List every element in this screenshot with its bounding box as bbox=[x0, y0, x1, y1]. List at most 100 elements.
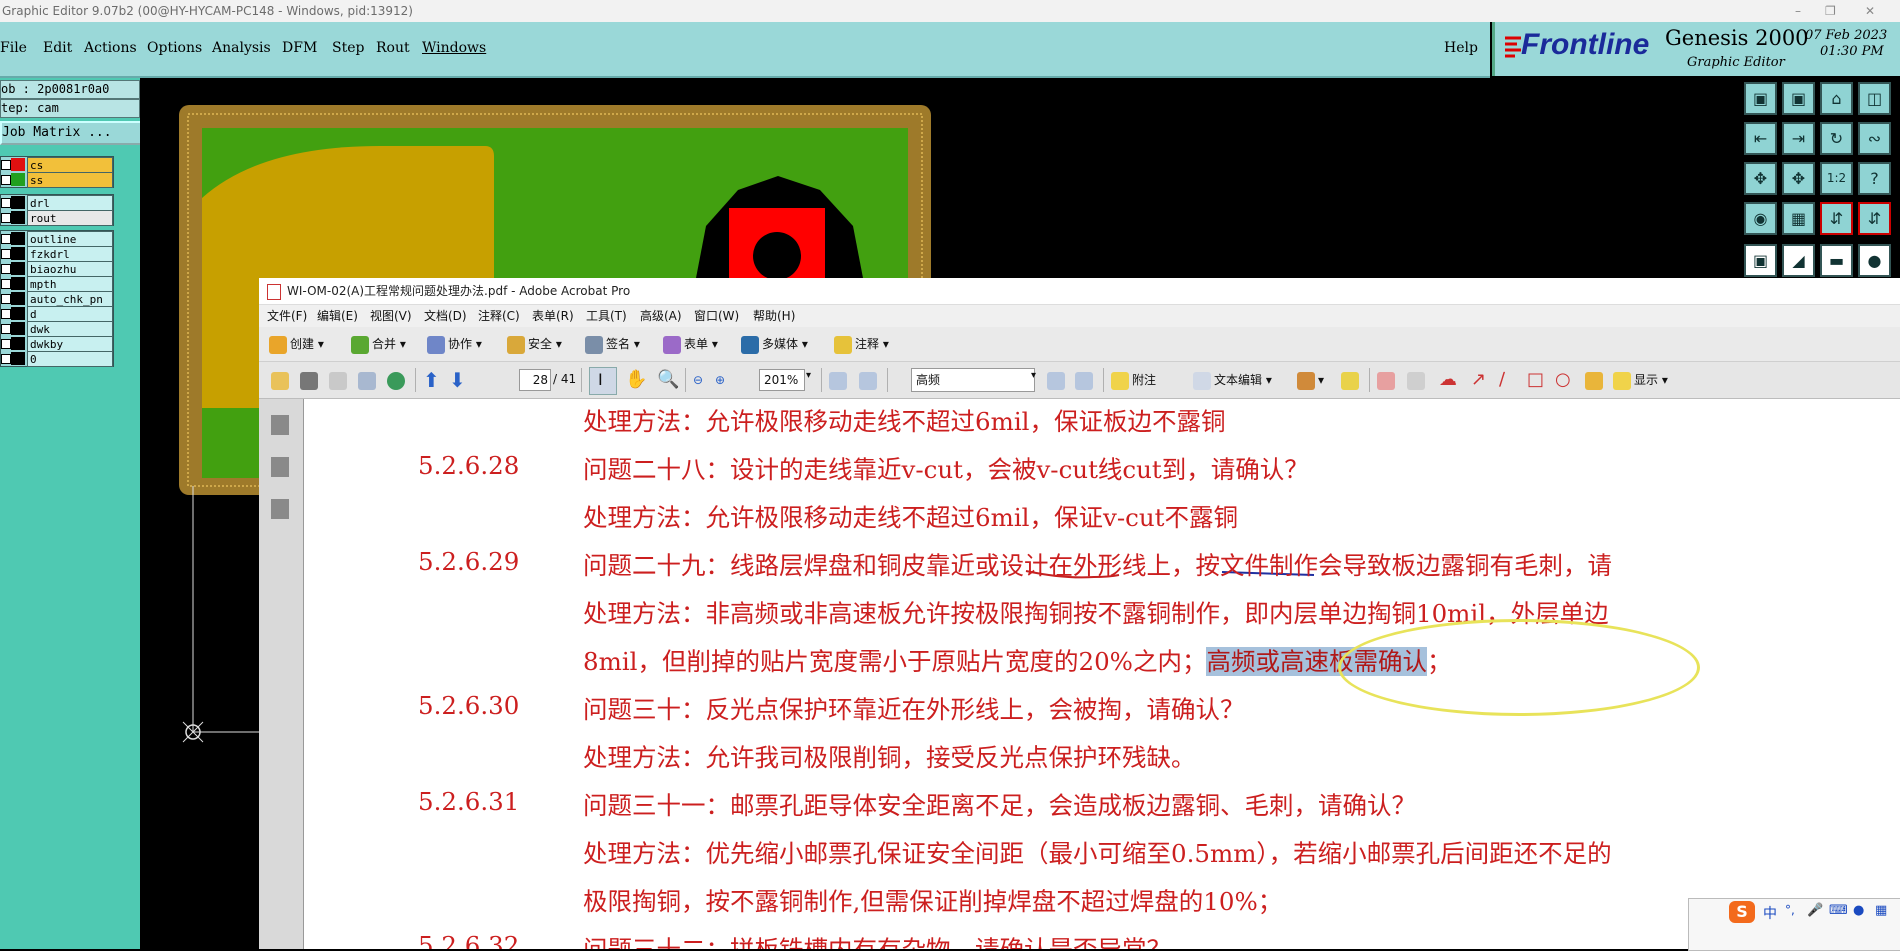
search-next-button[interactable] bbox=[1075, 363, 1096, 397]
menu-advanced[interactable]: 高级(A) bbox=[640, 305, 682, 327]
layer-checkbox[interactable] bbox=[1, 160, 11, 170]
layer-checkbox[interactable] bbox=[1, 309, 11, 319]
callout-button[interactable] bbox=[1377, 363, 1398, 397]
signatures-icon[interactable] bbox=[271, 499, 289, 519]
microphone-icon[interactable]: 🎤 bbox=[1807, 903, 1823, 918]
help-icon[interactable]: ? bbox=[1858, 162, 1891, 195]
search-prev-button[interactable] bbox=[1047, 363, 1068, 397]
layer-row[interactable]: d bbox=[1, 306, 113, 322]
layer-checkbox[interactable] bbox=[1, 324, 11, 334]
combine-button[interactable]: 合并 ▾ bbox=[351, 327, 406, 361]
ime-punct-icon[interactable]: °, bbox=[1785, 903, 1795, 917]
grid-btn-icon[interactable]: ⇵ bbox=[1858, 202, 1891, 235]
skin-icon[interactable]: ● bbox=[1853, 903, 1864, 918]
layer-row[interactable]: dwkby bbox=[1, 336, 113, 352]
security-button[interactable]: 安全 ▾ bbox=[507, 327, 562, 361]
layer-checkbox[interactable] bbox=[1, 234, 11, 244]
layer-row[interactable]: mpth bbox=[1, 276, 113, 292]
forms-button[interactable]: 表单 ▾ bbox=[663, 327, 718, 361]
layer-row[interactable]: 0 bbox=[1, 351, 113, 367]
layer-checkbox[interactable] bbox=[1, 213, 11, 223]
grid-btn-icon[interactable]: ✥ bbox=[1782, 162, 1815, 195]
search-dropdown-icon[interactable]: ▾ bbox=[1031, 370, 1036, 381]
grid-btn-icon[interactable]: ↻ bbox=[1820, 122, 1853, 155]
highlight-button[interactable] bbox=[1341, 363, 1362, 397]
save-button[interactable] bbox=[329, 363, 350, 397]
line-button[interactable]: ∕ bbox=[1499, 363, 1505, 397]
select-tool-button[interactable]: I bbox=[589, 367, 617, 395]
layer-checkbox[interactable] bbox=[1, 294, 11, 304]
sogou-icon[interactable]: S bbox=[1729, 901, 1755, 923]
grid-btn-icon[interactable]: ▣ bbox=[1744, 82, 1777, 115]
show-button[interactable]: 显示 ▾ bbox=[1613, 363, 1668, 397]
restore-button[interactable]: ❐ bbox=[1825, 0, 1836, 22]
bookmarks-icon[interactable] bbox=[271, 457, 289, 477]
print-button[interactable] bbox=[300, 363, 321, 397]
zoom-1-2-icon[interactable]: 1:2 bbox=[1820, 162, 1853, 195]
menu-document[interactable]: 文档(D) bbox=[424, 305, 467, 327]
zoom-tool-button[interactable]: 🔍 bbox=[657, 363, 679, 397]
layer-row[interactable]: auto_chk_pn bbox=[1, 291, 113, 307]
menu-edit[interactable]: Edit bbox=[43, 40, 72, 56]
page-number-input[interactable]: 28 bbox=[519, 369, 551, 391]
zoom-out-button[interactable]: ⊖ bbox=[693, 363, 703, 397]
grid-btn-icon[interactable]: ◫ bbox=[1858, 82, 1891, 115]
fit-page-button[interactable] bbox=[829, 363, 850, 397]
collaborate-button[interactable]: 协作 ▾ bbox=[427, 327, 482, 361]
layer-checkbox[interactable] bbox=[1, 249, 11, 259]
menu-tools[interactable]: 工具(T) bbox=[586, 305, 627, 327]
arrow-button[interactable]: ↗ bbox=[1471, 363, 1486, 397]
grid-btn-icon[interactable]: ▣ bbox=[1782, 82, 1815, 115]
close-button[interactable]: ✕ bbox=[1865, 0, 1875, 22]
grid-btn-icon[interactable]: ⇵ bbox=[1820, 202, 1853, 235]
job-matrix-button[interactable]: Job Matrix ... bbox=[0, 121, 142, 145]
layer-row[interactable]: fzkdrl bbox=[1, 246, 113, 262]
textbox-button[interactable] bbox=[1407, 363, 1428, 397]
next-page-button[interactable]: ⬇ bbox=[449, 363, 466, 397]
layer-row[interactable]: outline bbox=[1, 231, 113, 247]
search-input[interactable]: 高频 bbox=[911, 368, 1035, 392]
zoom-input[interactable]: 201% bbox=[759, 369, 805, 391]
layer-checkbox[interactable] bbox=[1, 198, 11, 208]
menu-step[interactable]: Step bbox=[332, 40, 364, 56]
open-button[interactable] bbox=[271, 363, 292, 397]
layer-row[interactable]: rout bbox=[1, 210, 113, 226]
layer-checkbox[interactable] bbox=[1, 354, 11, 364]
grid-btn-icon[interactable]: ◢ bbox=[1782, 244, 1815, 277]
minimize-button[interactable]: – bbox=[1795, 0, 1801, 22]
rectangle-button[interactable]: □ bbox=[1527, 363, 1544, 397]
menu-file[interactable]: File bbox=[0, 40, 27, 56]
grid-btn-icon[interactable]: ⌂ bbox=[1820, 82, 1853, 115]
grid-btn-icon[interactable]: ▣ bbox=[1744, 244, 1777, 277]
grid-btn-icon[interactable]: ● bbox=[1858, 244, 1891, 277]
menu-forms[interactable]: 表单(R) bbox=[532, 305, 574, 327]
menu-actions[interactable]: Actions bbox=[84, 40, 137, 56]
menu-comments[interactable]: 注释(C) bbox=[478, 305, 520, 327]
menu-rout[interactable]: Rout bbox=[376, 40, 410, 56]
menu-file[interactable]: 文件(F) bbox=[267, 305, 307, 327]
layer-checkbox[interactable] bbox=[1, 175, 11, 185]
grid-btn-icon[interactable]: ∾ bbox=[1858, 122, 1891, 155]
grid-btn-icon[interactable]: ▦ bbox=[1782, 202, 1815, 235]
menu-window[interactable]: 窗口(W) bbox=[694, 305, 739, 327]
web-button[interactable] bbox=[387, 363, 408, 397]
grid-btn-icon[interactable]: ◉ bbox=[1744, 202, 1777, 235]
hand-tool-button[interactable]: ✋ bbox=[625, 363, 647, 397]
menu-dfm[interactable]: DFM bbox=[282, 40, 317, 56]
comment-button[interactable]: 注释 ▾ bbox=[834, 327, 889, 361]
pages-icon[interactable] bbox=[271, 415, 289, 435]
email-button[interactable] bbox=[358, 363, 379, 397]
zoom-in-button[interactable]: ⊕ bbox=[715, 363, 725, 397]
layer-checkbox[interactable] bbox=[1, 264, 11, 274]
pencil-button[interactable] bbox=[1585, 363, 1606, 397]
menu-view[interactable]: 视图(V) bbox=[370, 305, 412, 327]
menu-options[interactable]: Options bbox=[147, 40, 202, 56]
layer-row[interactable]: dwk bbox=[1, 321, 113, 337]
layer-row[interactable]: drl bbox=[1, 195, 113, 211]
menu-help[interactable]: Help bbox=[1444, 40, 1478, 56]
keyboard-icon[interactable]: ⌨ bbox=[1829, 903, 1848, 918]
cloud-button[interactable]: ☁ bbox=[1439, 363, 1457, 397]
layer-checkbox[interactable] bbox=[1, 339, 11, 349]
grid-btn-icon[interactable]: ✥ bbox=[1744, 162, 1777, 195]
multimedia-button[interactable]: 多媒体 ▾ bbox=[741, 327, 808, 361]
